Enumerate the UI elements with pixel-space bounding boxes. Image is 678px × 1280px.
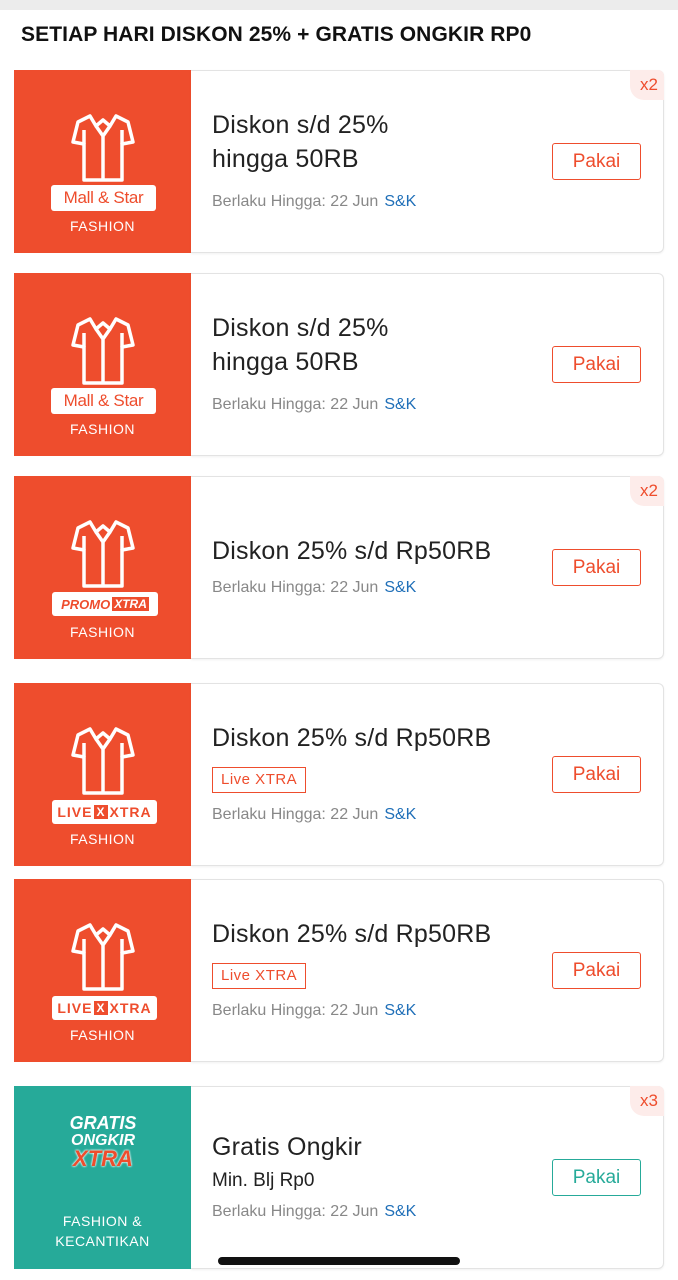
voucher-list[interactable]: Mall & Star FASHION Diskon s/d 25% hingg… — [0, 60, 678, 1280]
shirt-icon — [71, 520, 135, 588]
voucher-brand-panel: Mall & Star FASHION — [10, 273, 191, 456]
pakai-button[interactable]: Pakai — [552, 1159, 641, 1196]
voucher-card[interactable]: Mall & Star FASHION Diskon s/d 25% hingg… — [10, 273, 664, 456]
voucher-validity: Berlaku Hingga: 22 Jun S&K — [212, 579, 416, 597]
validity-text: Berlaku Hingga: 22 Jun — [212, 1002, 379, 1019]
voucher-category: FASHION & KECANTIKAN — [14, 1211, 191, 1251]
voucher-details: Diskon 25% s/d Rp50RB Live XTRA Berlaku … — [191, 879, 664, 1062]
voucher-details: Diskon 25% s/d Rp50RB Berlaku Hingga: 22… — [191, 476, 664, 659]
voucher-category: FASHION — [70, 831, 135, 847]
shirt-icon — [71, 114, 135, 182]
page-header: SETIAP HARI DISKON 25% + GRATIS ONGKIR R… — [0, 10, 678, 60]
voucher-card[interactable]: GRATIS ONGKIR XTRA FASHION & KECANTIKAN … — [10, 1086, 664, 1269]
voucher-details: Diskon s/d 25% hingga 50RB Berlaku Hingg… — [191, 273, 664, 456]
terms-link[interactable]: S&K — [384, 806, 416, 823]
promo-badge-text: PROMO — [61, 596, 111, 612]
category-line2: KECANTIKAN — [55, 1233, 150, 1249]
voucher-validity: Berlaku Hingga: 22 Jun S&K — [212, 396, 416, 414]
voucher-title: Gratis Ongkir — [212, 1133, 362, 1161]
xtra-badge-text: XTRA — [112, 597, 149, 611]
voucher-title-line2: hingga 50RB — [212, 145, 359, 173]
voucher-category: FASHION — [70, 218, 135, 234]
validity-text: Berlaku Hingga: 22 Jun — [212, 1203, 379, 1220]
mall-star-badge: Mall & Star — [51, 185, 156, 211]
xtra-badge-text: XTRA — [109, 804, 152, 820]
category-line1: FASHION & — [62, 1213, 143, 1229]
logo-line-gratis: GRATIS — [69, 1113, 137, 1133]
voucher-title: Diskon s/d 25% — [212, 111, 389, 139]
voucher-brand-panel: LIVE X XTRA FASHION — [10, 683, 191, 866]
home-indicator[interactable] — [218, 1257, 460, 1265]
pakai-button[interactable]: Pakai — [552, 346, 641, 383]
voucher-title: Diskon 25% s/d Rp50RB — [212, 537, 492, 565]
pakai-button[interactable]: Pakai — [552, 952, 641, 989]
validity-text: Berlaku Hingga: 22 Jun — [212, 806, 379, 823]
shirt-icon — [71, 317, 135, 385]
voucher-title-line2: hingga 50RB — [212, 348, 359, 376]
logo-line-xtra: XTRA — [73, 1146, 133, 1171]
voucher-subtitle: Min. Blj Rp0 — [212, 1170, 315, 1191]
voucher-card[interactable]: LIVE X XTRA FASHION Diskon 25% s/d Rp50RB … — [10, 879, 664, 1062]
voucher-title: Diskon 25% s/d Rp50RB — [212, 920, 492, 948]
mall-star-badge: Mall & Star — [51, 388, 156, 414]
page-title: SETIAP HARI DISKON 25% + GRATIS ONGKIR R… — [21, 23, 532, 46]
voucher-title: Diskon 25% s/d Rp50RB — [212, 724, 492, 752]
live-xtra-tag: Live XTRA — [212, 963, 307, 989]
voucher-details: Diskon s/d 25% hingga 50RB Berlaku Hingg… — [191, 70, 664, 253]
validity-text: Berlaku Hingga: 22 Jun — [212, 396, 379, 413]
voucher-details: Diskon 25% s/d Rp50RB Live XTRA Berlaku … — [191, 683, 664, 866]
voucher-details: Gratis Ongkir Min. Blj Rp0 Berlaku Hingg… — [191, 1086, 664, 1269]
terms-link[interactable]: S&K — [384, 396, 416, 413]
pakai-button[interactable]: Pakai — [552, 143, 641, 180]
terms-link[interactable]: S&K — [384, 193, 416, 210]
live-xtra-badge: LIVE X XTRA — [52, 996, 157, 1020]
voucher-category: FASHION — [70, 624, 135, 640]
pakai-button[interactable]: Pakai — [552, 549, 641, 586]
quantity-badge: x2 — [630, 70, 664, 100]
voucher-brand-panel: GRATIS ONGKIR XTRA FASHION & KECANTIKAN — [10, 1086, 191, 1269]
voucher-validity: Berlaku Hingga: 22 Jun S&K — [212, 193, 416, 211]
voucher-card[interactable]: PROMO XTRA FASHION Diskon 25% s/d Rp50RB … — [10, 476, 664, 659]
live-badge-x: X — [94, 805, 108, 819]
voucher-card[interactable]: LIVE X XTRA FASHION Diskon 25% s/d Rp50RB … — [10, 683, 664, 866]
validity-text: Berlaku Hingga: 22 Jun — [212, 193, 379, 210]
live-badge-text: LIVE — [57, 1000, 93, 1016]
live-badge-text: LIVE — [57, 804, 93, 820]
gratis-ongkir-xtra-logo: GRATIS ONGKIR XTRA — [58, 1113, 148, 1171]
top-strip — [0, 0, 678, 10]
voucher-card[interactable]: Mall & Star FASHION Diskon s/d 25% hingg… — [10, 70, 664, 253]
validity-text: Berlaku Hingga: 22 Jun — [212, 579, 379, 596]
terms-link[interactable]: S&K — [384, 579, 416, 596]
voucher-category: FASHION — [70, 421, 135, 437]
shirt-icon — [71, 727, 135, 795]
voucher-brand-panel: LIVE X XTRA FASHION — [10, 879, 191, 1062]
xtra-badge-text: XTRA — [109, 1000, 152, 1016]
quantity-badge: x3 — [630, 1086, 664, 1116]
live-xtra-badge: LIVE X XTRA — [52, 800, 157, 824]
voucher-validity: Berlaku Hingga: 22 Jun S&K — [212, 1002, 416, 1020]
shirt-icon — [71, 923, 135, 991]
live-xtra-tag: Live XTRA — [212, 767, 307, 793]
voucher-validity: Berlaku Hingga: 22 Jun S&K — [212, 806, 416, 824]
voucher-brand-panel: PROMO XTRA FASHION — [10, 476, 191, 659]
voucher-category: FASHION — [70, 1027, 135, 1043]
live-badge-x: X — [94, 1001, 108, 1015]
pakai-button[interactable]: Pakai — [552, 756, 641, 793]
voucher-brand-panel: Mall & Star FASHION — [10, 70, 191, 253]
voucher-title: Diskon s/d 25% — [212, 314, 389, 342]
terms-link[interactable]: S&K — [384, 1002, 416, 1019]
terms-link[interactable]: S&K — [384, 1203, 416, 1220]
quantity-badge: x2 — [630, 476, 664, 506]
voucher-validity: Berlaku Hingga: 22 Jun S&K — [212, 1203, 416, 1221]
promo-xtra-badge: PROMO XTRA — [52, 592, 158, 616]
